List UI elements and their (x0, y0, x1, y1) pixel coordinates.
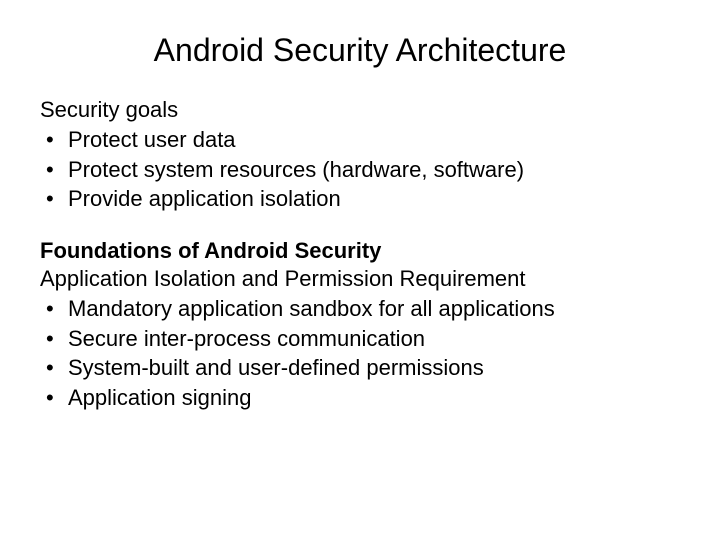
list-item: Mandatory application sandbox for all ap… (40, 294, 680, 324)
section1-bullet-list: Protect user data Protect system resourc… (40, 125, 680, 214)
list-item: Protect user data (40, 125, 680, 155)
list-item: Protect system resources (hardware, soft… (40, 155, 680, 185)
section1-heading: Security goals (40, 97, 680, 123)
list-item: Application signing (40, 383, 680, 413)
section2-subheading: Application Isolation and Permission Req… (40, 266, 680, 292)
list-item: System-built and user-defined permission… (40, 353, 680, 383)
slide-title: Android Security Architecture (40, 32, 680, 69)
section2-bullet-list: Mandatory application sandbox for all ap… (40, 294, 680, 413)
section2-heading: Foundations of Android Security (40, 238, 680, 264)
list-item: Provide application isolation (40, 184, 680, 214)
list-item: Secure inter-process communication (40, 324, 680, 354)
